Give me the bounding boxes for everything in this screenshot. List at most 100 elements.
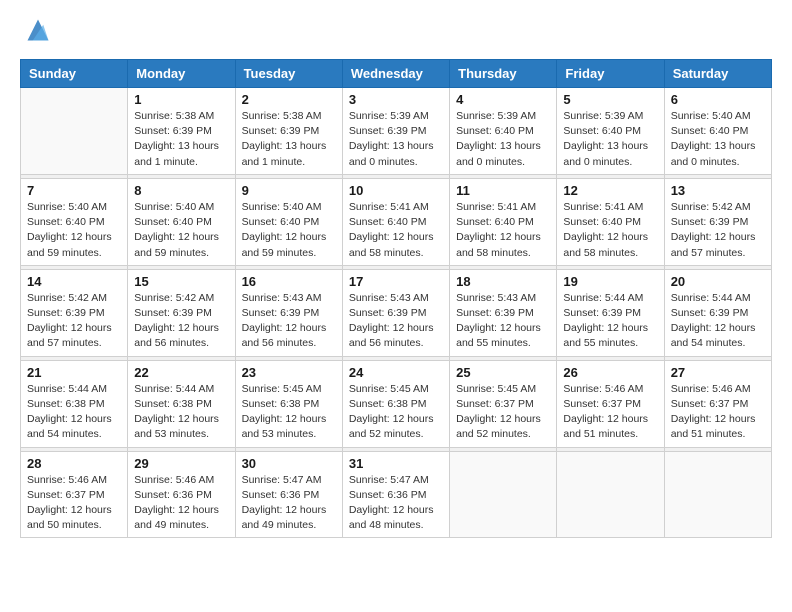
weekday-sunday: Sunday: [21, 60, 128, 88]
day-info: Sunrise: 5:41 AM Sunset: 6:40 PM Dayligh…: [456, 200, 550, 261]
calendar-cell: 3 Sunrise: 5:39 AM Sunset: 6:39 PM Daylig…: [342, 88, 449, 175]
day-info: Sunrise: 5:47 AM Sunset: 6:36 PM Dayligh…: [349, 473, 443, 534]
day-info: Sunrise: 5:38 AM Sunset: 6:39 PM Dayligh…: [134, 109, 228, 170]
calendar-cell: 4Sunrise: 5:39 AM Sunset: 6:40 PM Daylig…: [450, 88, 557, 175]
day-number: 27: [671, 365, 765, 380]
day-number: 28: [27, 456, 121, 471]
day-number: 10: [349, 183, 443, 198]
day-info: Sunrise: 5:43 AM Sunset: 6:39 PM Dayligh…: [349, 291, 443, 352]
day-info: Sunrise: 5:47 AM Sunset: 6:36 PM Dayligh…: [242, 473, 336, 534]
day-info: Sunrise: 5:40 AM Sunset: 6:40 PM Dayligh…: [242, 200, 336, 261]
day-info: Sunrise: 5:41 AM Sunset: 6:40 PM Dayligh…: [349, 200, 443, 261]
day-number: 23: [242, 365, 336, 380]
calendar-cell: 25Sunrise: 5:45 AM Sunset: 6:37 PM Dayli…: [450, 360, 557, 447]
day-info: Sunrise: 5:46 AM Sunset: 6:37 PM Dayligh…: [671, 382, 765, 443]
weekday-monday: Monday: [128, 60, 235, 88]
day-number: 1: [134, 92, 228, 107]
day-info: Sunrise: 5:40 AM Sunset: 6:40 PM Dayligh…: [27, 200, 121, 261]
day-number: 22: [134, 365, 228, 380]
day-info: Sunrise: 5:46 AM Sunset: 6:37 PM Dayligh…: [27, 473, 121, 534]
day-number: 5: [563, 92, 657, 107]
day-info: Sunrise: 5:45 AM Sunset: 6:38 PM Dayligh…: [349, 382, 443, 443]
day-number: 24: [349, 365, 443, 380]
calendar-cell: 1 Sunrise: 5:38 AM Sunset: 6:39 PM Daylig…: [128, 88, 235, 175]
day-number: 30: [242, 456, 336, 471]
day-number: 26: [563, 365, 657, 380]
weekday-thursday: Thursday: [450, 60, 557, 88]
calendar-cell: 12 Sunrise: 5:41 AM Sunset: 6:40 PM Dayli…: [557, 178, 664, 265]
day-number: 9: [242, 183, 336, 198]
calendar-cell: 17 Sunrise: 5:43 AM Sunset: 6:39 PM Dayli…: [342, 269, 449, 356]
day-info: Sunrise: 5:38 AM Sunset: 6:39 PM Dayligh…: [242, 109, 336, 170]
day-info: Sunrise: 5:46 AM Sunset: 6:37 PM Dayligh…: [563, 382, 657, 443]
calendar-cell: 18 Sunrise: 5:43 AM Sunset: 6:39 PM Dayli…: [450, 269, 557, 356]
day-info: Sunrise: 5:44 AM Sunset: 6:38 PM Dayligh…: [27, 382, 121, 443]
day-number: 25: [456, 365, 550, 380]
calendar-cell: 21Sunrise: 5:44 AM Sunset: 6:38 PM Dayli…: [21, 360, 128, 447]
day-info: Sunrise: 5:44 AM Sunset: 6:39 PM Dayligh…: [671, 291, 765, 352]
calendar-cell: 11Sunrise: 5:41 AM Sunset: 6:40 PM Dayli…: [450, 178, 557, 265]
day-number: 14: [27, 274, 121, 289]
day-number: 16: [242, 274, 336, 289]
day-number: 17: [349, 274, 443, 289]
week-row-1: 1 Sunrise: 5:38 AM Sunset: 6:39 PM Daylig…: [21, 88, 772, 175]
day-number: 2: [242, 92, 336, 107]
calendar-cell: 29 Sunrise: 5:46 AM Sunset: 6:36 PM Dayli…: [128, 451, 235, 538]
day-info: Sunrise: 5:40 AM Sunset: 6:40 PM Dayligh…: [671, 109, 765, 170]
logo: [20, 20, 52, 49]
day-number: 3: [349, 92, 443, 107]
calendar-cell: 28 Sunrise: 5:46 AM Sunset: 6:37 PM Dayli…: [21, 451, 128, 538]
day-number: 15: [134, 274, 228, 289]
weekday-wednesday: Wednesday: [342, 60, 449, 88]
calendar-cell: 9 Sunrise: 5:40 AM Sunset: 6:40 PM Daylig…: [235, 178, 342, 265]
calendar-cell: 15 Sunrise: 5:42 AM Sunset: 6:39 PM Dayli…: [128, 269, 235, 356]
day-info: Sunrise: 5:42 AM Sunset: 6:39 PM Dayligh…: [134, 291, 228, 352]
day-info: Sunrise: 5:42 AM Sunset: 6:39 PM Dayligh…: [671, 200, 765, 261]
logo-icon: [24, 16, 52, 44]
day-number: 31: [349, 456, 443, 471]
day-info: Sunrise: 5:44 AM Sunset: 6:39 PM Dayligh…: [563, 291, 657, 352]
day-number: 4: [456, 92, 550, 107]
week-row-4: 21Sunrise: 5:44 AM Sunset: 6:38 PM Dayli…: [21, 360, 772, 447]
day-info: Sunrise: 5:46 AM Sunset: 6:36 PM Dayligh…: [134, 473, 228, 534]
week-row-3: 14 Sunrise: 5:42 AM Sunset: 6:39 PM Dayli…: [21, 269, 772, 356]
day-number: 18: [456, 274, 550, 289]
day-info: Sunrise: 5:42 AM Sunset: 6:39 PM Dayligh…: [27, 291, 121, 352]
calendar-cell: 8Sunrise: 5:40 AM Sunset: 6:40 PM Daylig…: [128, 178, 235, 265]
calendar-cell: 23 Sunrise: 5:45 AM Sunset: 6:38 PM Dayli…: [235, 360, 342, 447]
calendar-cell: 2 Sunrise: 5:38 AM Sunset: 6:39 PM Daylig…: [235, 88, 342, 175]
calendar-cell: [664, 451, 771, 538]
calendar-cell: 26 Sunrise: 5:46 AM Sunset: 6:37 PM Dayli…: [557, 360, 664, 447]
weekday-tuesday: Tuesday: [235, 60, 342, 88]
week-row-2: 7 Sunrise: 5:40 AM Sunset: 6:40 PM Daylig…: [21, 178, 772, 265]
calendar-cell: 19 Sunrise: 5:44 AM Sunset: 6:39 PM Dayli…: [557, 269, 664, 356]
day-info: Sunrise: 5:45 AM Sunset: 6:38 PM Dayligh…: [242, 382, 336, 443]
weekday-friday: Friday: [557, 60, 664, 88]
day-info: Sunrise: 5:39 AM Sunset: 6:40 PM Dayligh…: [563, 109, 657, 170]
day-number: 7: [27, 183, 121, 198]
day-number: 20: [671, 274, 765, 289]
calendar-cell: 27 Sunrise: 5:46 AM Sunset: 6:37 PM Dayli…: [664, 360, 771, 447]
calendar-cell: 10 Sunrise: 5:41 AM Sunset: 6:40 PM Dayli…: [342, 178, 449, 265]
day-info: Sunrise: 5:43 AM Sunset: 6:39 PM Dayligh…: [456, 291, 550, 352]
calendar-cell: 14 Sunrise: 5:42 AM Sunset: 6:39 PM Dayli…: [21, 269, 128, 356]
calendar-cell: 22Sunrise: 5:44 AM Sunset: 6:38 PM Dayli…: [128, 360, 235, 447]
day-number: 8: [134, 183, 228, 198]
calendar-cell: 6 Sunrise: 5:40 AM Sunset: 6:40 PM Daylig…: [664, 88, 771, 175]
calendar-cell: 31 Sunrise: 5:47 AM Sunset: 6:36 PM Dayli…: [342, 451, 449, 538]
calendar-cell: 13 Sunrise: 5:42 AM Sunset: 6:39 PM Dayli…: [664, 178, 771, 265]
day-number: 29: [134, 456, 228, 471]
page-header: [20, 20, 772, 49]
day-info: Sunrise: 5:39 AM Sunset: 6:39 PM Dayligh…: [349, 109, 443, 170]
calendar-cell: [450, 451, 557, 538]
day-number: 19: [563, 274, 657, 289]
day-info: Sunrise: 5:43 AM Sunset: 6:39 PM Dayligh…: [242, 291, 336, 352]
day-number: 6: [671, 92, 765, 107]
calendar-cell: 30 Sunrise: 5:47 AM Sunset: 6:36 PM Dayli…: [235, 451, 342, 538]
day-number: 13: [671, 183, 765, 198]
calendar-cell: 7 Sunrise: 5:40 AM Sunset: 6:40 PM Daylig…: [21, 178, 128, 265]
day-info: Sunrise: 5:41 AM Sunset: 6:40 PM Dayligh…: [563, 200, 657, 261]
day-number: 12: [563, 183, 657, 198]
calendar-cell: 16 Sunrise: 5:43 AM Sunset: 6:39 PM Dayli…: [235, 269, 342, 356]
calendar-cell: [21, 88, 128, 175]
